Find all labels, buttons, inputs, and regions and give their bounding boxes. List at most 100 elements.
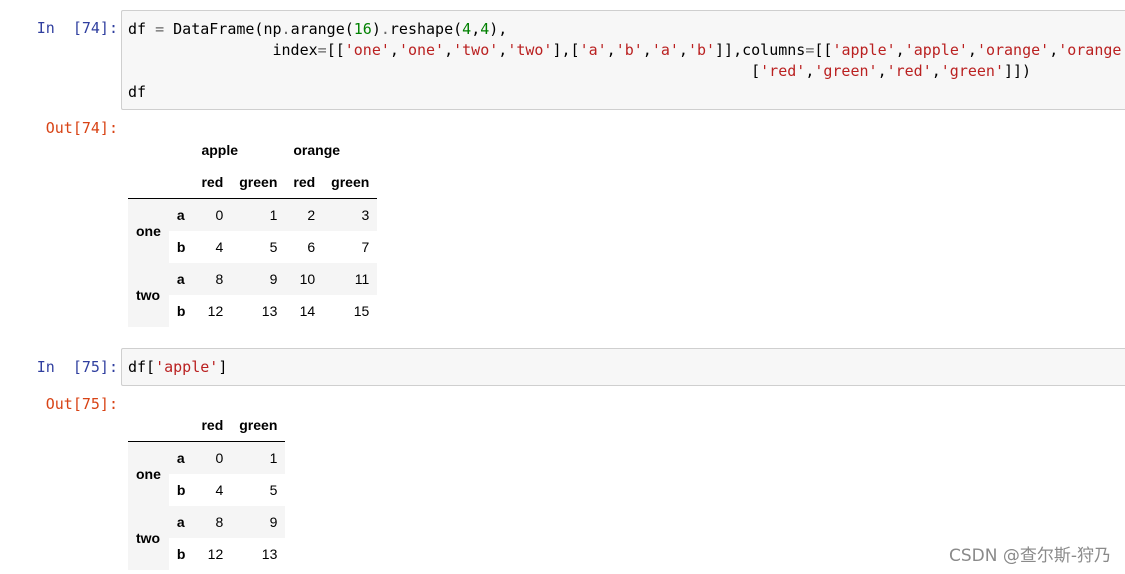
input-prompt-74: In [74]:	[36, 19, 118, 37]
column-header	[128, 166, 169, 199]
code-token: 'green'	[814, 62, 878, 80]
code-token: ]])	[1004, 62, 1032, 80]
column-header: red	[193, 166, 232, 199]
dataframe-output-75: red green one a 0 1 b 4 5 two a 8 9 b 12 13	[128, 409, 286, 570]
code-token: 'red'	[886, 62, 932, 80]
code-token: 'apple'	[155, 358, 219, 376]
column-header	[168, 166, 194, 199]
column-header-level0: orange	[293, 142, 341, 158]
code-token: 'one'	[344, 41, 390, 59]
code-token: 'red'	[760, 62, 806, 80]
code-token: df[	[128, 358, 156, 376]
table-cell: 7	[361, 239, 370, 255]
column-header: red	[193, 409, 232, 442]
code-token: reshape(	[389, 20, 463, 38]
table-cell: 12	[207, 546, 224, 562]
output-prompt-74: Out[74]:	[45, 119, 118, 137]
table-row: two a 8 9	[128, 506, 286, 570]
code-token: [	[128, 62, 761, 80]
column-header-row: red green	[128, 409, 286, 442]
code-token: 'one'	[398, 41, 445, 59]
table-cell: 0	[193, 441, 232, 474]
column-header: green	[323, 166, 378, 199]
table-cell: 11	[323, 263, 378, 295]
column-header-level0: apple	[201, 142, 239, 158]
code-token: df	[128, 83, 147, 101]
table-cell: 4	[215, 482, 224, 498]
code-token: )	[371, 20, 381, 38]
row-index-level1: b	[176, 482, 186, 498]
table-cell: 13	[261, 546, 278, 562]
code-input-cell-74[interactable]: df = DataFrame(np.arange(16).reshape(4,4…	[121, 10, 1125, 110]
code-token: df	[128, 20, 156, 38]
code-token: ,	[471, 20, 481, 38]
table-cell: 9	[231, 263, 286, 295]
table-row: one a 0 1 2 3	[128, 198, 378, 263]
table-cell: 0	[193, 198, 232, 231]
code-token: arange(	[290, 20, 354, 38]
table-cell: 6	[307, 239, 316, 255]
row-index-level0: two	[128, 263, 169, 327]
code-token: 'b'	[687, 41, 716, 59]
row-index-level1: a	[168, 506, 194, 538]
row-index-level1: a	[168, 198, 194, 231]
row-index-level0: two	[128, 506, 169, 570]
code-token: 'a'	[651, 41, 679, 59]
table-cell: 10	[285, 263, 324, 295]
code-token: 16	[353, 20, 372, 38]
code-token: .	[281, 20, 291, 38]
code-token: =	[155, 20, 165, 38]
code-token: ,	[895, 41, 905, 59]
code-token: .	[380, 20, 390, 38]
column-header-row: red green red green	[128, 166, 378, 199]
table-cell: 13	[261, 303, 278, 319]
code-token: ]	[218, 358, 228, 376]
code-token: ,	[877, 62, 887, 80]
table-cell: 3	[323, 198, 378, 231]
code-token: index	[128, 41, 318, 59]
code-input-cell-75[interactable]: df['apple']	[121, 348, 1125, 386]
column-header: green	[231, 409, 286, 442]
code-token: ,	[967, 41, 977, 59]
table-cell: 8	[193, 263, 232, 295]
code-token: 4	[462, 20, 472, 38]
code-editor-75[interactable]: df['apple']	[122, 349, 1125, 378]
column-header	[168, 409, 194, 442]
row-index-level1: b	[176, 239, 186, 255]
code-token: ,	[642, 41, 652, 59]
table-cell: 1	[231, 198, 286, 231]
code-token: 'apple'	[832, 41, 896, 59]
table-cell: 1	[231, 441, 286, 474]
code-token: 'b'	[615, 41, 643, 59]
code-token: ,	[606, 41, 616, 59]
code-token: ,	[805, 62, 815, 80]
code-token: 4	[480, 20, 490, 38]
code-editor-74[interactable]: df = DataFrame(np.arange(16).reshape(4,4…	[122, 11, 1125, 103]
code-token: DataFrame(np	[164, 20, 282, 38]
table-row: two a 8 9 10 11	[128, 263, 378, 327]
code-token: 'orange'	[1058, 41, 1125, 59]
code-token: ]],columns	[715, 41, 806, 59]
column-header	[128, 409, 169, 442]
code-token: ,	[931, 62, 941, 80]
code-token: 'a'	[579, 41, 607, 59]
row-index-level1: a	[168, 441, 194, 474]
table-cell: 8	[193, 506, 232, 538]
output-area-75: red green one a 0 1 b 4 5 two a 8 9 b 12 13	[128, 409, 286, 570]
column-header-row-top: apple orange	[128, 134, 377, 166]
code-token: ,	[498, 41, 508, 59]
row-index-level1: b	[176, 303, 186, 319]
column-header: green	[231, 166, 286, 199]
dataframe-output-74: apple orange red green red green one a 0 1 2 3 b 4 5 6 7…	[128, 134, 378, 327]
output-area-74: apple orange red green red green one a 0 1 2 3 b 4 5 6 7…	[128, 134, 378, 327]
code-token: [[	[814, 41, 833, 59]
table-cell: 12	[207, 303, 224, 319]
table-cell: 2	[285, 198, 324, 231]
code-token: ,	[389, 41, 399, 59]
code-token: 'two'	[453, 41, 499, 59]
table-cell: 5	[269, 482, 278, 498]
output-prompt-75: Out[75]:	[45, 395, 118, 413]
code-token: ,	[1049, 41, 1059, 59]
row-index-level0: one	[128, 198, 169, 263]
code-token: 'orange'	[976, 41, 1050, 59]
